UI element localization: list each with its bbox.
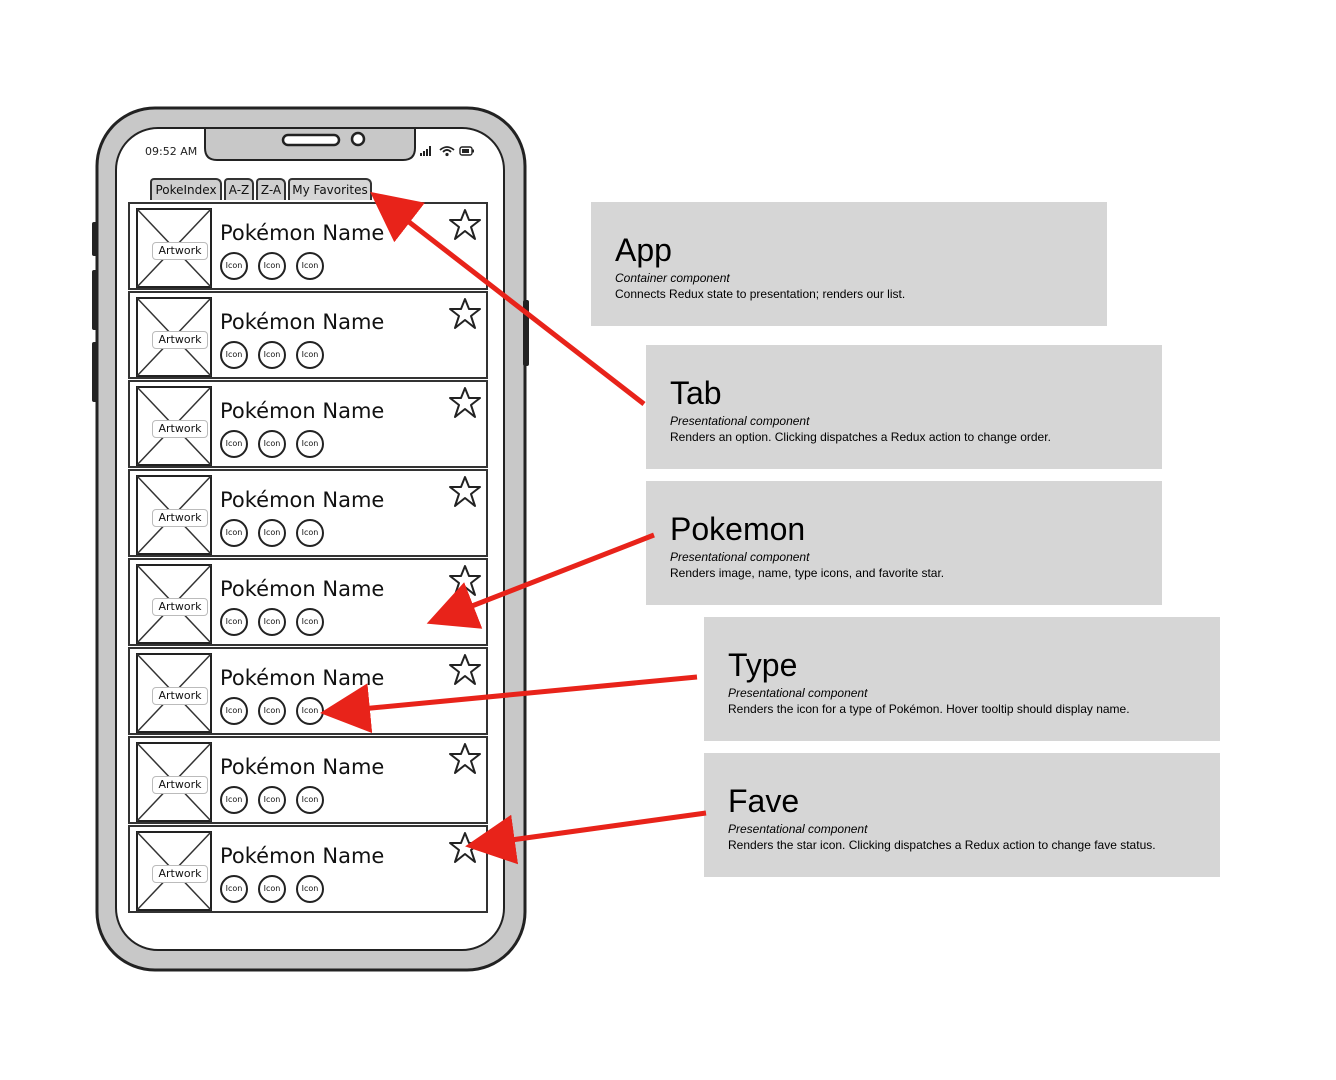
pokemon-name: Pokémon Name xyxy=(220,310,385,334)
component-title: App xyxy=(615,232,672,268)
artwork-label: Artwork xyxy=(152,776,208,794)
type-icon[interactable]: Icon xyxy=(296,252,324,280)
pokemon-card[interactable]: Artwork Pokémon Name Icon Icon Icon xyxy=(128,291,488,379)
type-icon[interactable]: Icon xyxy=(220,341,248,369)
component-description: Connects Redux state to presentation; re… xyxy=(615,287,906,301)
type-icon[interactable]: Icon xyxy=(220,786,248,814)
type-icon[interactable]: Icon xyxy=(258,341,286,369)
artwork-placeholder: Artwork xyxy=(136,297,212,377)
artwork-label: Artwork xyxy=(152,331,208,349)
signal-icon xyxy=(420,146,431,156)
artwork-placeholder: Artwork xyxy=(136,475,212,555)
component-title: Type xyxy=(728,647,798,683)
type-icon[interactable]: Icon xyxy=(258,430,286,458)
component-box-type: Type Presentational component Renders th… xyxy=(704,617,1220,741)
pokemon-card[interactable]: Artwork Pokémon Name Icon Icon Icon xyxy=(128,558,488,646)
pokemon-name: Pokémon Name xyxy=(220,577,385,601)
component-title: Fave xyxy=(728,783,800,819)
favorite-star-icon[interactable] xyxy=(448,742,482,776)
pokemon-card[interactable]: Artwork Pokémon Name Icon Icon Icon xyxy=(128,469,488,557)
type-icon[interactable]: Icon xyxy=(220,519,248,547)
type-icon[interactable]: Icon xyxy=(296,519,324,547)
component-box-tab: Tab Presentational component Renders an … xyxy=(646,345,1162,469)
favorite-star-icon[interactable] xyxy=(448,564,482,598)
component-description: Renders the star icon. Clicking dispatch… xyxy=(728,838,1156,852)
pokemon-name: Pokémon Name xyxy=(220,666,385,690)
type-icon[interactable]: Icon xyxy=(296,430,324,458)
artwork-label: Artwork xyxy=(152,509,208,527)
artwork-placeholder: Artwork xyxy=(136,742,212,822)
component-subtitle: Presentational component xyxy=(728,822,868,836)
type-icon[interactable]: Icon xyxy=(220,875,248,903)
status-icons xyxy=(420,146,474,157)
favorite-star-icon[interactable] xyxy=(448,831,482,865)
artwork-placeholder: Artwork xyxy=(136,831,212,911)
component-subtitle: Presentational component xyxy=(670,550,810,564)
artwork-placeholder: Artwork xyxy=(136,208,212,288)
artwork-label: Artwork xyxy=(152,420,208,438)
type-icon[interactable]: Icon xyxy=(258,252,286,280)
favorite-star-icon[interactable] xyxy=(448,208,482,242)
pokemon-name: Pokémon Name xyxy=(220,399,385,423)
pokemon-card[interactable]: Artwork Pokémon Name Icon Icon Icon xyxy=(128,380,488,468)
tab-pokeindex[interactable]: PokeIndex xyxy=(150,178,222,200)
component-title: Tab xyxy=(670,375,722,411)
favorite-star-icon[interactable] xyxy=(448,475,482,509)
artwork-label: Artwork xyxy=(152,687,208,705)
type-icon[interactable]: Icon xyxy=(258,697,286,725)
favorite-star-icon[interactable] xyxy=(448,653,482,687)
type-icon[interactable]: Icon xyxy=(258,519,286,547)
type-icon[interactable]: Icon xyxy=(220,697,248,725)
type-icon[interactable]: Icon xyxy=(296,697,324,725)
type-icon[interactable]: Icon xyxy=(220,252,248,280)
artwork-placeholder: Artwork xyxy=(136,653,212,733)
type-icon[interactable]: Icon xyxy=(296,875,324,903)
artwork-placeholder: Artwork xyxy=(136,386,212,466)
tab-a-z[interactable]: A-Z xyxy=(224,178,254,200)
component-description: Renders image, name, type icons, and fav… xyxy=(670,566,945,580)
component-description: Renders an option. Clicking dispatches a… xyxy=(670,430,1051,444)
artwork-label: Artwork xyxy=(152,242,208,260)
type-icon[interactable]: Icon xyxy=(220,608,248,636)
wifi-icon xyxy=(439,146,455,157)
artwork-label: Artwork xyxy=(152,865,208,883)
component-subtitle: Presentational component xyxy=(670,414,810,428)
pokemon-card[interactable]: Artwork Pokémon Name Icon Icon Icon xyxy=(128,736,488,824)
pokemon-name: Pokémon Name xyxy=(220,221,385,245)
pokemon-card[interactable]: Artwork Pokémon Name Icon Icon Icon xyxy=(128,647,488,735)
battery-icon xyxy=(459,146,474,156)
component-box-app: App Container component Connects Redux s… xyxy=(591,202,1107,326)
tab-z-a[interactable]: Z-A xyxy=(256,178,286,200)
status-time: 09:52 AM xyxy=(145,145,198,158)
component-subtitle: Presentational component xyxy=(728,686,868,700)
type-icon[interactable]: Icon xyxy=(258,786,286,814)
pokemon-name: Pokémon Name xyxy=(220,488,385,512)
type-icon[interactable]: Icon xyxy=(296,341,324,369)
type-icon[interactable]: Icon xyxy=(296,786,324,814)
component-description: Renders the icon for a type of Pokémon. … xyxy=(728,702,1130,716)
pokemon-card[interactable]: Artwork Pokémon Name Icon Icon Icon xyxy=(128,202,488,290)
type-icon[interactable]: Icon xyxy=(296,608,324,636)
pokemon-name: Pokémon Name xyxy=(220,844,385,868)
artwork-placeholder: Artwork xyxy=(136,564,212,644)
component-box-fave: Fave Presentational component Renders th… xyxy=(704,753,1220,877)
type-icon[interactable]: Icon xyxy=(258,608,286,636)
phone-mockup: 09:52 AM PokeIndex A-Z Z-A My Favorites … xyxy=(0,0,540,1080)
pokemon-card[interactable]: Artwork Pokémon Name Icon Icon Icon xyxy=(128,825,488,913)
artwork-label: Artwork xyxy=(152,598,208,616)
favorite-star-icon[interactable] xyxy=(448,297,482,331)
tab-my-favorites[interactable]: My Favorites xyxy=(288,178,372,200)
type-icon[interactable]: Icon xyxy=(220,430,248,458)
component-subtitle: Container component xyxy=(615,271,730,285)
type-icon[interactable]: Icon xyxy=(258,875,286,903)
pokemon-name: Pokémon Name xyxy=(220,755,385,779)
component-title: Pokemon xyxy=(670,511,806,547)
component-box-pokemon: Pokemon Presentational component Renders… xyxy=(646,481,1162,605)
favorite-star-icon[interactable] xyxy=(448,386,482,420)
